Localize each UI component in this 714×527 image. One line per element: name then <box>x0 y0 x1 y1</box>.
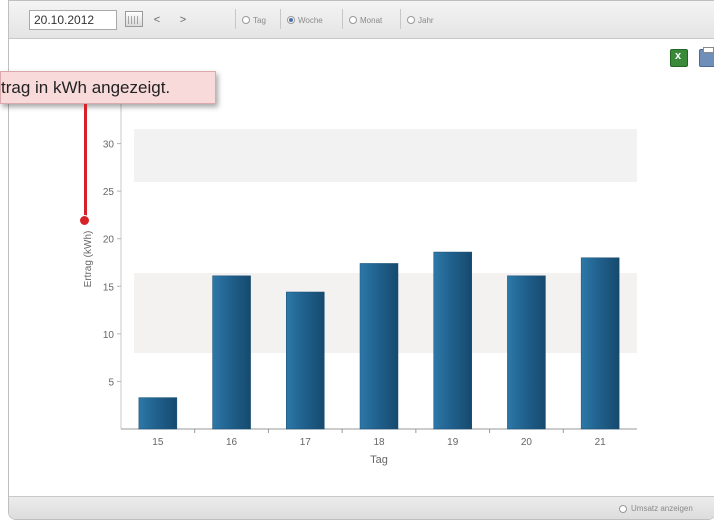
callout-dot <box>79 215 90 226</box>
bar <box>507 275 546 430</box>
y-axis-label: Ertrag (kWh) <box>83 231 94 288</box>
bar <box>286 291 325 430</box>
x-axis-label: Tag <box>370 454 388 466</box>
bar <box>212 275 251 430</box>
x-tick-label: 20 <box>521 437 533 448</box>
y-tick-label: 10 <box>103 330 115 341</box>
x-tick-label: 16 <box>226 437 238 448</box>
x-tick-label: 21 <box>595 437 607 448</box>
x-tick-label: 17 <box>300 437 312 448</box>
callout-line <box>84 104 87 220</box>
show-revenue-option[interactable]: Umsatz anzeigen <box>619 504 693 513</box>
bg-band <box>134 129 637 182</box>
y-tick-label: 20 <box>103 235 115 246</box>
bar <box>138 397 178 430</box>
revenue-label: Umsatz anzeigen <box>631 504 693 513</box>
callout-tooltip: trag in kWh angezeigt. <box>0 71 216 104</box>
y-tick-label: 15 <box>103 282 115 293</box>
bar <box>580 257 620 430</box>
bar <box>433 251 472 430</box>
x-tick-label: 15 <box>152 437 164 448</box>
bottom-bar: Umsatz anzeigen <box>9 496 714 519</box>
x-tick-label: 18 <box>373 437 385 448</box>
bar <box>359 263 399 430</box>
y-tick-label: 5 <box>108 377 114 388</box>
y-tick-label: 25 <box>103 187 115 198</box>
x-tick-label: 19 <box>447 437 459 448</box>
y-tick-label: 30 <box>103 140 115 151</box>
radio-revenue[interactable] <box>619 504 627 513</box>
